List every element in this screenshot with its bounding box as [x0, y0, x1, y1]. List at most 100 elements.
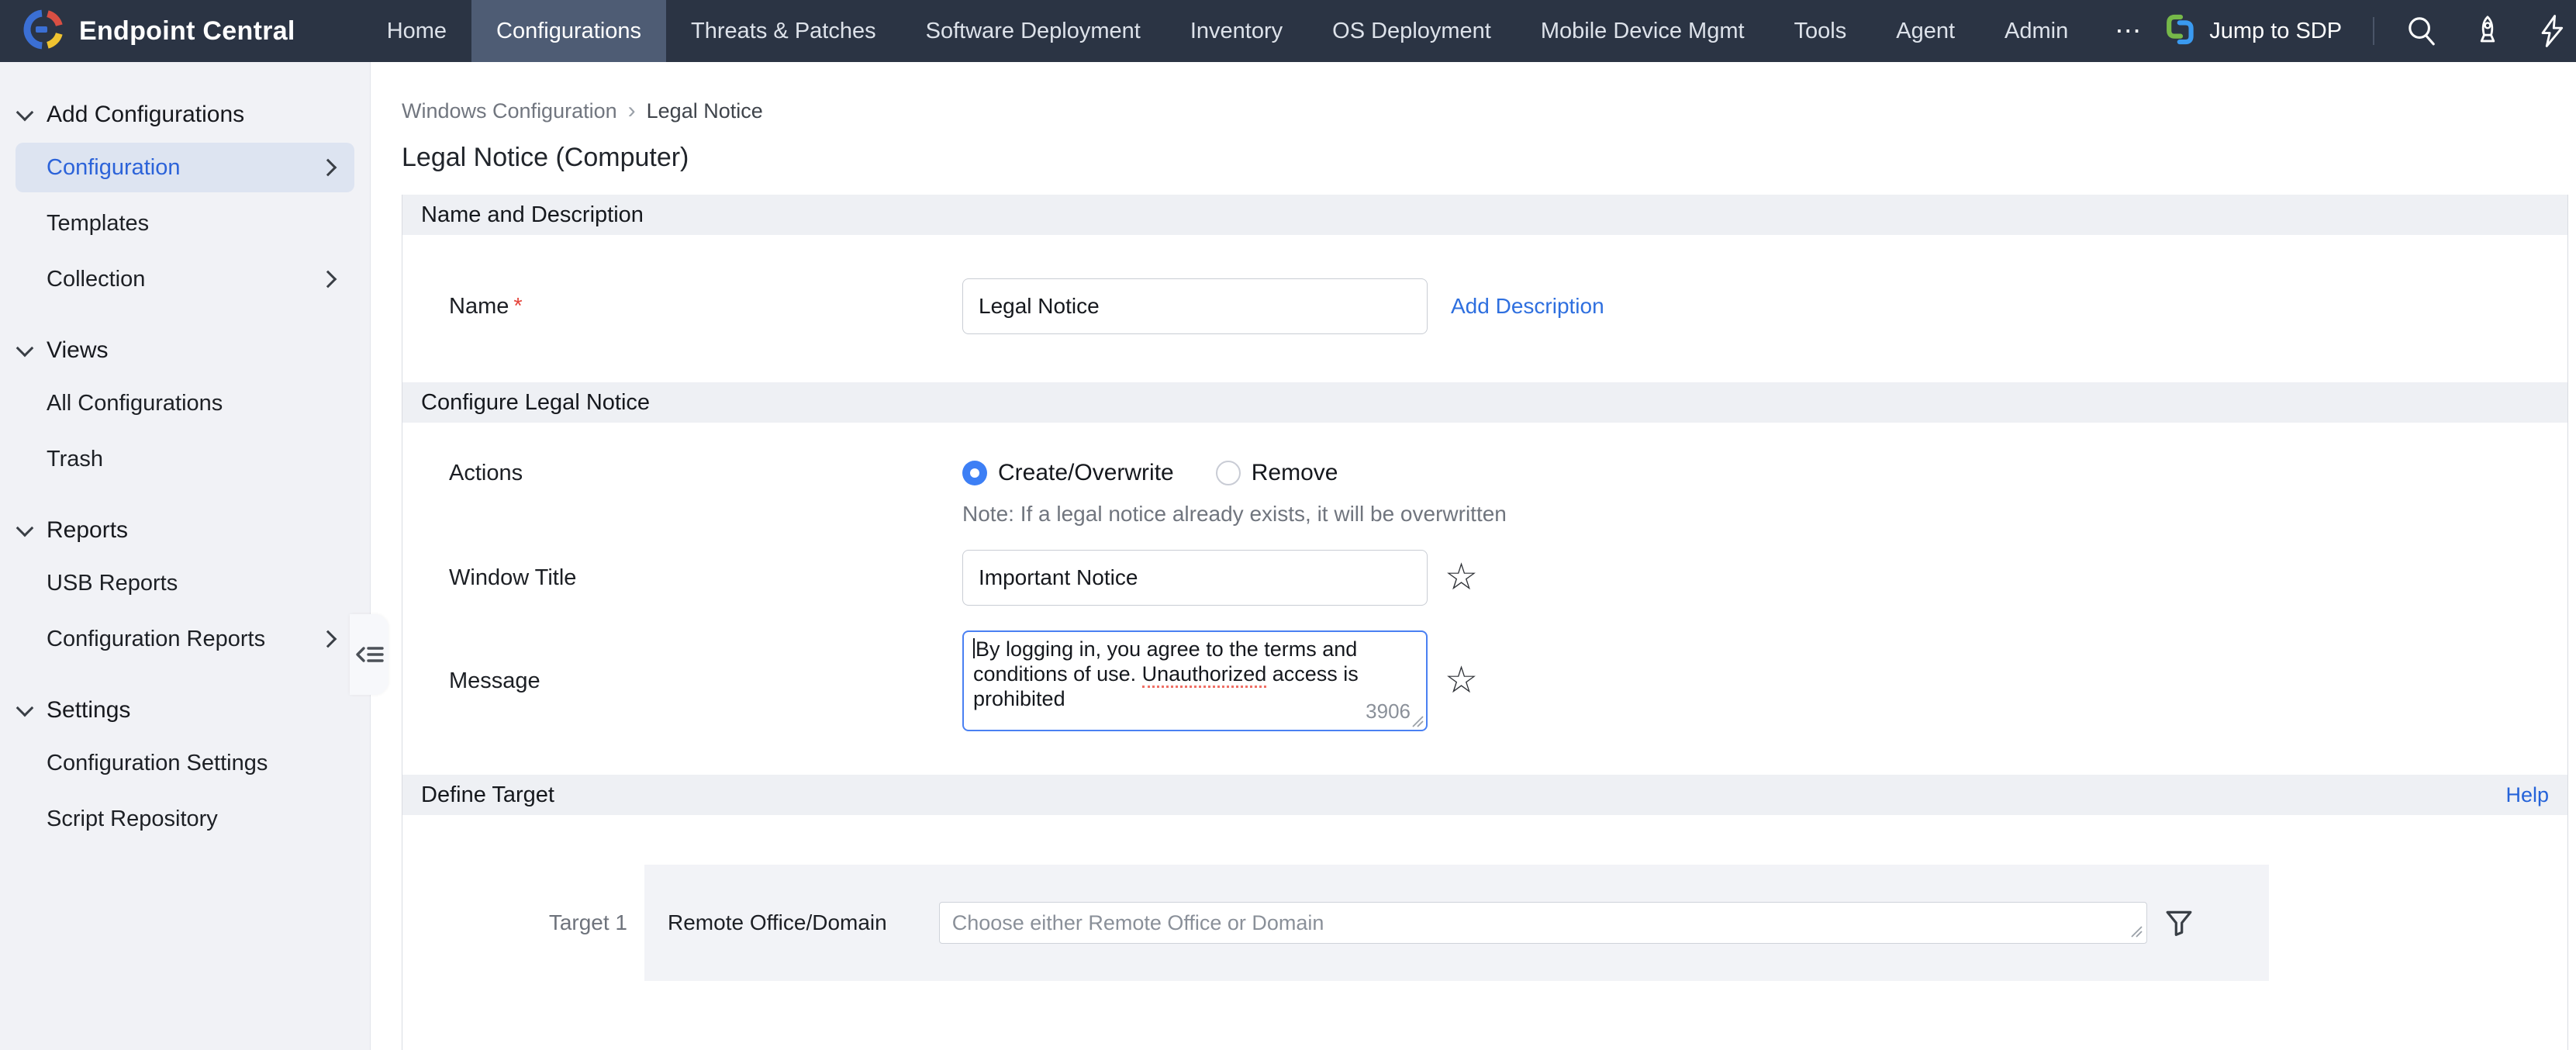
add-description-link[interactable]: Add Description — [1451, 294, 1604, 319]
name-input[interactable] — [962, 278, 1428, 334]
sidebar-item-all-configurations[interactable]: All Configurations — [16, 378, 354, 428]
text-caret — [973, 638, 975, 658]
sidebar-section-settings[interactable]: Settings — [0, 693, 370, 727]
name-label: Name* — [449, 294, 962, 319]
radio-remove[interactable] — [1216, 461, 1241, 485]
sidebar-item-label: USB Reports — [47, 571, 178, 596]
nav-item-inventory[interactable]: Inventory — [1165, 0, 1307, 62]
section-header-label: Name and Description — [421, 202, 644, 228]
sidebar-item-label: Templates — [47, 211, 149, 237]
nav-more-menu-icon[interactable]: ⋯ — [2093, 0, 2164, 62]
sidebar-section-add-configurations[interactable]: Add Configurations — [0, 98, 370, 132]
filter-icon[interactable] — [2163, 907, 2195, 939]
resize-handle-icon[interactable] — [1410, 713, 1424, 727]
main-content: Windows Configuration › Legal Notice Leg… — [371, 62, 2576, 1050]
radio-create-overwrite-label[interactable]: Create/Overwrite — [998, 460, 1174, 486]
sidebar-item-configuration-settings[interactable]: Configuration Settings — [16, 738, 354, 788]
sidebar-section-label: Add Configurations — [47, 102, 244, 128]
main-nav: Home Configurations Threats & Patches So… — [362, 0, 2165, 62]
sidebar-item-label: Collection — [47, 267, 145, 292]
brand[interactable]: Endpoint Central — [0, 0, 295, 62]
remote-office-domain-input[interactable] — [939, 902, 2147, 944]
target-1-label: Target 1 — [402, 865, 644, 981]
message-textarea[interactable]: By logging in, you agree to the terms an… — [962, 630, 1428, 731]
sidebar-item-label: Configuration Settings — [47, 751, 268, 776]
message-textarea-text: By logging in, you agree to the terms an… — [973, 637, 1359, 710]
sidebar-item-label: All Configurations — [47, 391, 223, 416]
sidebar-item-label: Configuration Reports — [47, 627, 265, 652]
section-header-define-target: Define Target Help — [402, 775, 2567, 815]
sdp-logo-icon — [2164, 13, 2197, 50]
chevron-down-icon — [16, 520, 34, 537]
endpoint-central-logo-icon — [22, 8, 65, 55]
chevron-right-icon — [319, 159, 337, 177]
nav-item-software-deployment[interactable]: Software Deployment — [901, 0, 1165, 62]
topbar-divider — [2373, 17, 2374, 45]
breadcrumb-separator-icon: › — [628, 98, 636, 124]
breadcrumb: Windows Configuration › Legal Notice — [402, 98, 2576, 124]
radio-remove-label[interactable]: Remove — [1252, 460, 1338, 486]
sidebar-item-label: Trash — [47, 447, 103, 472]
chevron-right-icon — [319, 630, 337, 648]
sidebar-section-views[interactable]: Views — [0, 333, 370, 368]
brand-name: Endpoint Central — [79, 16, 295, 47]
breadcrumb-current: Legal Notice — [647, 99, 763, 123]
section-header-configure-legal-notice: Configure Legal Notice — [402, 382, 2567, 423]
jump-to-sdp-label: Jump to SDP — [2209, 19, 2342, 44]
nav-item-tools[interactable]: Tools — [1770, 0, 1872, 62]
sidebar-item-usb-reports[interactable]: USB Reports — [16, 558, 354, 608]
sidebar-item-label: Script Repository — [47, 806, 218, 832]
page-title: Legal Notice (Computer) — [402, 143, 2576, 173]
search-icon[interactable] — [2405, 14, 2440, 48]
help-link[interactable]: Help — [2505, 783, 2549, 807]
sidebar-collapse-toggle[interactable] — [350, 614, 388, 695]
sidebar-section-label: Settings — [47, 697, 130, 724]
sidebar-item-configuration[interactable]: Configuration — [16, 143, 354, 192]
remote-office-domain-label: Remote Office/Domain — [668, 910, 887, 935]
resize-handle-icon[interactable] — [2129, 924, 2143, 938]
chevron-right-icon — [319, 271, 337, 288]
actions-radio-group: Create/Overwrite Remove — [962, 460, 1338, 486]
window-title-input[interactable] — [962, 550, 1428, 606]
breadcrumb-windows-configuration[interactable]: Windows Configuration — [402, 99, 617, 123]
nav-item-os-deployment[interactable]: OS Deployment — [1307, 0, 1516, 62]
actions-label: Actions — [449, 461, 962, 486]
overwrite-note: Note: If a legal notice already exists, … — [962, 502, 2567, 527]
sidebar-item-label: Configuration — [47, 155, 181, 181]
sidebar-item-configuration-reports[interactable]: Configuration Reports — [16, 614, 354, 664]
sidebar: Add Configurations Configuration Templat… — [0, 62, 371, 1050]
sidebar-section-label: Views — [47, 337, 108, 364]
star-icon[interactable]: ☆ — [1445, 559, 1478, 596]
rocket-icon[interactable] — [2471, 14, 2505, 48]
sidebar-item-script-repository[interactable]: Script Repository — [16, 794, 354, 844]
nav-item-configurations[interactable]: Configurations — [471, 0, 666, 62]
chevron-down-icon — [16, 340, 34, 357]
nav-item-agent[interactable]: Agent — [1871, 0, 1980, 62]
configuration-form-card: Name and Description Name* Add Descripti… — [402, 195, 2568, 1050]
top-navigation-bar: Endpoint Central Home Configurations Thr… — [0, 0, 2576, 62]
sidebar-section-reports[interactable]: Reports — [0, 513, 370, 547]
sidebar-item-collection[interactable]: Collection — [16, 254, 354, 304]
nav-item-home[interactable]: Home — [362, 0, 471, 62]
message-label: Message — [449, 668, 962, 694]
collapse-sidebar-icon — [354, 641, 384, 668]
nav-item-mobile-device-mgmt[interactable]: Mobile Device Mgmt — [1516, 0, 1770, 62]
sidebar-item-templates[interactable]: Templates — [16, 199, 354, 248]
character-count: 3906 — [1366, 699, 1411, 724]
target-panel: Remote Office/Domain — [644, 865, 2269, 981]
sidebar-item-trash[interactable]: Trash — [16, 434, 354, 484]
nav-item-admin[interactable]: Admin — [1980, 0, 2093, 62]
topbar-actions: Jump to SDP — [2164, 0, 2576, 62]
nav-item-threats-patches[interactable]: Threats & Patches — [666, 0, 901, 62]
radio-create-overwrite[interactable] — [962, 461, 987, 485]
section-header-label: Define Target — [421, 782, 554, 808]
jump-to-sdp-button[interactable]: Jump to SDP — [2164, 13, 2342, 50]
window-title-label: Window Title — [449, 565, 962, 591]
target-row: Target 1 Remote Office/Domain — [402, 865, 2567, 981]
chevron-down-icon — [16, 104, 34, 122]
section-header-label: Configure Legal Notice — [421, 390, 650, 416]
zap-icon[interactable] — [2536, 14, 2570, 48]
star-icon[interactable]: ☆ — [1445, 662, 1478, 699]
chevron-down-icon — [16, 699, 34, 717]
sidebar-section-label: Reports — [47, 517, 128, 544]
